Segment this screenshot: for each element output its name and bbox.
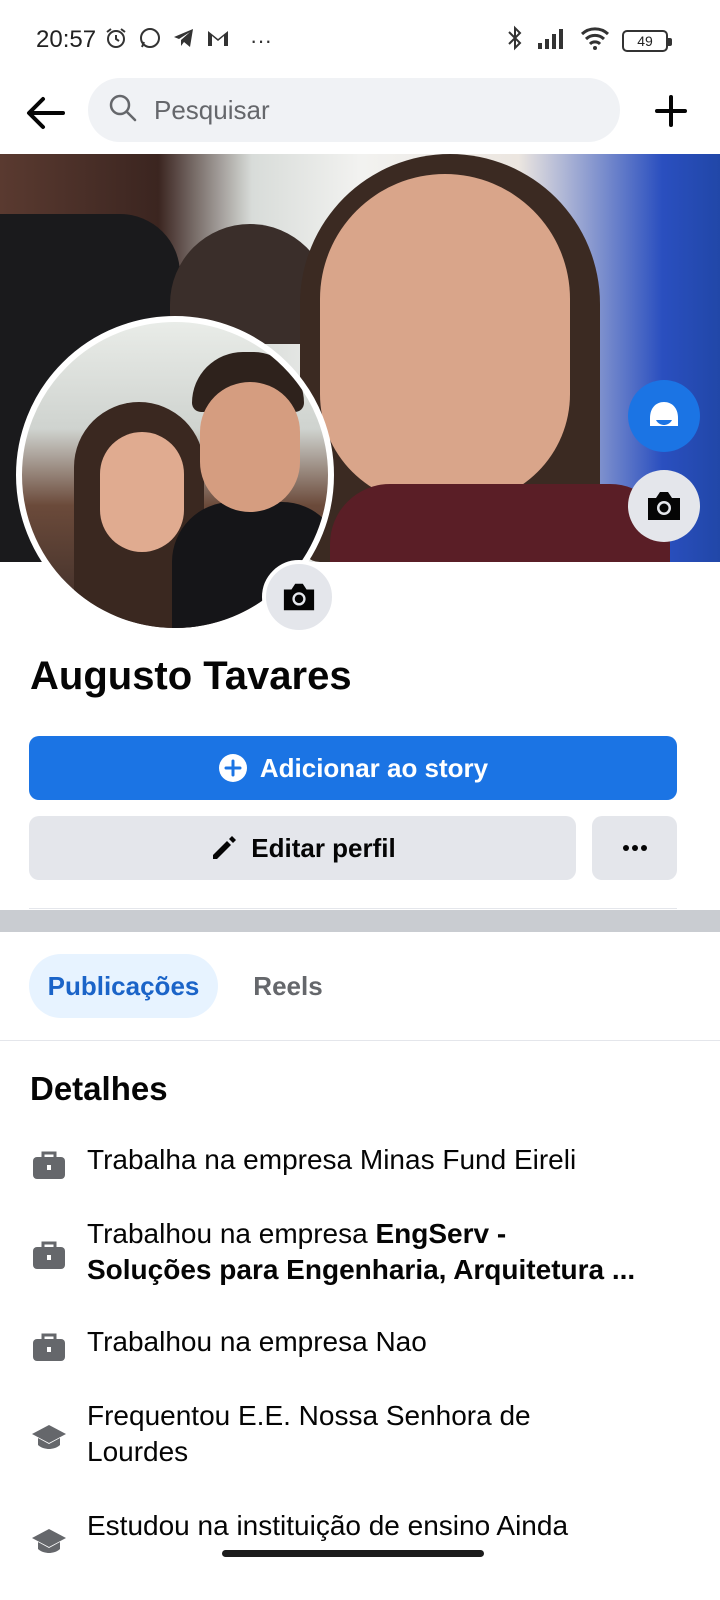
detail-text: Trabalha na empresa Minas Fund Eireli [87, 1144, 577, 1175]
briefcase-icon [30, 1328, 68, 1366]
avatar-button[interactable] [628, 380, 700, 452]
camera-icon [648, 492, 680, 520]
detail-text: Frequentou E.E. Nossa Senhora de Lourdes [87, 1400, 531, 1467]
plus-circle-icon [218, 754, 247, 782]
detail-item-work-current[interactable]: Trabalha na empresa Minas Fund Eireli [30, 1142, 690, 1184]
search-icon [108, 93, 138, 128]
detail-text: Trabalhou na empresa [87, 1218, 376, 1249]
create-button[interactable] [648, 88, 694, 134]
pencil-icon [213, 836, 237, 859]
add-story-button[interactable]: Adicionar ao story [29, 736, 677, 800]
more-dots-icon [622, 845, 647, 851]
battery-icon: 49 [622, 29, 672, 52]
detail-company-name-line2[interactable]: Soluções para Engenharia, Arquitetura ..… [87, 1252, 647, 1288]
signal-icon [536, 27, 568, 54]
back-button[interactable] [22, 90, 68, 136]
avatar-icon [650, 402, 678, 426]
detail-item-work-engserv[interactable]: Trabalhou na empresa EngServ - Soluções … [30, 1216, 690, 1288]
detail-company-name[interactable]: EngServ - [375, 1218, 506, 1249]
telegram-icon [172, 26, 196, 55]
edit-profile-button[interactable]: Editar perfil [29, 816, 576, 880]
pp-man-face-shape [200, 382, 300, 512]
status-time: 20:57 [36, 26, 97, 53]
bluetooth-icon [506, 24, 524, 57]
status-bar: 20:57 ··· 49 [0, 0, 720, 78]
details-title: Detalhes [30, 1070, 168, 1107]
tabs-divider [0, 1040, 720, 1041]
detail-item-school[interactable]: Frequentou E.E. Nossa Senhora de Lourdes [30, 1398, 690, 1470]
search-input[interactable] [152, 93, 572, 127]
briefcase-icon [30, 1236, 68, 1274]
search-box[interactable] [88, 78, 620, 142]
detail-text: Estudou na instituição de ensino Ainda [87, 1510, 569, 1541]
more-options-button[interactable] [592, 816, 677, 880]
cover-face-shape [320, 174, 570, 504]
detail-text: Trabalhou na empresa Nao [87, 1326, 427, 1357]
cover-camera-button[interactable] [628, 470, 700, 542]
tab-publicacoes[interactable]: Publicações [29, 954, 218, 1018]
section-separator [0, 910, 720, 932]
status-left-icons: ··· [104, 26, 272, 55]
tab-reels[interactable]: Reels [230, 954, 346, 1018]
detail-item-work-nao[interactable]: Trabalhou na empresa Nao [30, 1324, 690, 1366]
top-bar [0, 78, 720, 154]
home-indicator[interactable] [222, 1550, 484, 1557]
wifi-icon [580, 26, 610, 55]
back-arrow-icon [27, 97, 65, 129]
graduation-cap-icon [30, 1522, 68, 1560]
cover-sweater-shape [330, 484, 670, 562]
status-right: 49 [506, 24, 672, 57]
gmail-icon [206, 27, 230, 54]
more-notifications-icon: ··· [250, 27, 272, 53]
briefcase-icon [30, 1146, 68, 1184]
pp-woman-face-shape [100, 432, 184, 552]
profile-camera-button[interactable] [262, 560, 336, 634]
plus-icon [655, 95, 687, 127]
whatsapp-icon [138, 26, 162, 55]
alarm-icon [104, 26, 128, 55]
add-story-label: Adicionar ao story [259, 752, 489, 783]
divider [29, 908, 677, 909]
camera-icon [283, 583, 315, 611]
graduation-cap-icon [30, 1418, 68, 1456]
edit-profile-label: Editar perfil [251, 832, 396, 863]
profile-name: Augusto Tavares [30, 654, 352, 698]
